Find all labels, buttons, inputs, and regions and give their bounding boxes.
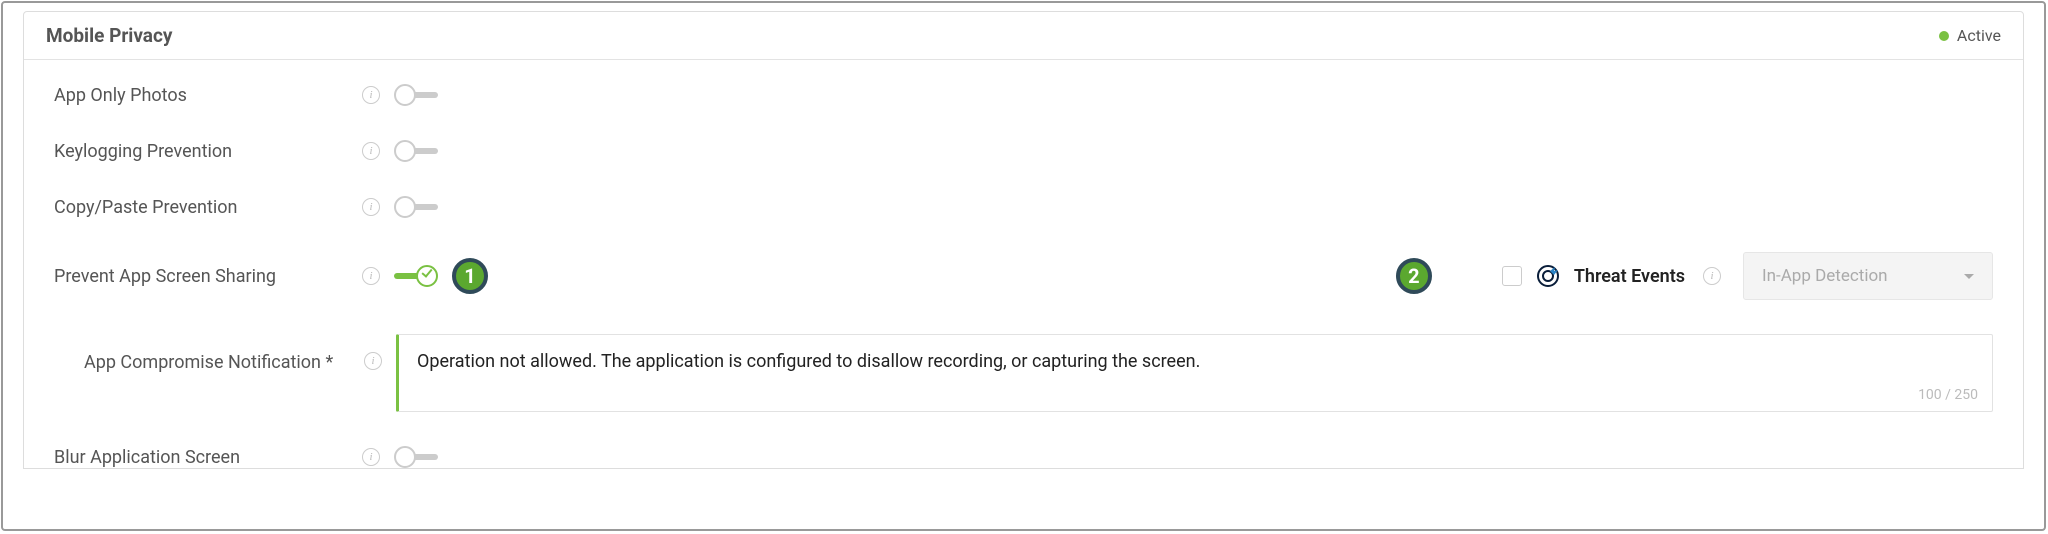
toggle-copypaste[interactable] [394, 196, 438, 218]
mobile-privacy-panel: Mobile Privacy Active App Only Photos i … [23, 11, 2024, 469]
info-icon[interactable]: i [362, 198, 380, 216]
info-icon[interactable]: i [362, 86, 380, 104]
status-label: Active [1957, 26, 2001, 45]
notification-text-input[interactable]: Operation not allowed. The application i… [396, 334, 1993, 412]
row-keylogging: Keylogging Prevention i [54, 140, 1993, 162]
label-prevent-screen-sharing: Prevent App Screen Sharing [54, 266, 362, 287]
window-frame: Mobile Privacy Active App Only Photos i … [1, 1, 2046, 531]
row-app-only-photos: App Only Photos i [54, 84, 1993, 106]
toggle-blur-screen[interactable] [394, 446, 438, 468]
annotation-callout-2: 2 [1396, 258, 1432, 294]
threat-events-label: Threat Events [1574, 266, 1685, 287]
info-icon[interactable]: i [362, 448, 380, 466]
toggle-prevent-screen-sharing[interactable] [394, 265, 438, 287]
panel-header: Mobile Privacy Active [24, 12, 2023, 60]
notification-text-value: Operation not allowed. The application i… [417, 351, 1200, 372]
label-keylogging: Keylogging Prevention [54, 141, 362, 162]
chevron-down-icon [1964, 274, 1974, 279]
threat-events-checkbox[interactable] [1502, 266, 1522, 286]
row-copypaste: Copy/Paste Prevention i [54, 196, 1993, 218]
status-badge: Active [1939, 26, 2001, 45]
status-dot-icon [1939, 31, 1949, 41]
info-icon[interactable]: i [362, 142, 380, 160]
info-icon[interactable]: i [362, 267, 380, 285]
row-blur-screen: Blur Application Screen i [54, 446, 1993, 468]
toggle-app-only-photos[interactable] [394, 84, 438, 106]
row-prevent-screen-sharing: Prevent App Screen Sharing i 1 2 Threat … [54, 252, 1993, 300]
label-app-only-photos: App Only Photos [54, 85, 362, 106]
row-app-compromise-notification: App Compromise Notification * i Operatio… [54, 334, 1993, 412]
settings-list: App Only Photos i Keylogging Prevention … [24, 60, 2023, 468]
target-icon [1536, 264, 1560, 288]
panel-title: Mobile Privacy [46, 24, 172, 47]
dropdown-value: In-App Detection [1762, 266, 1888, 286]
label-app-compromise-notification: App Compromise Notification * [54, 352, 364, 373]
threat-events-dropdown[interactable]: In-App Detection [1743, 252, 1993, 300]
toggle-keylogging[interactable] [394, 140, 438, 162]
label-copypaste: Copy/Paste Prevention [54, 197, 362, 218]
info-icon[interactable]: i [364, 352, 382, 370]
char-counter: 100 / 250 [1918, 387, 1978, 403]
annotation-callout-1: 1 [452, 258, 488, 294]
threat-events-group: Threat Events i In-App Detection [1502, 252, 1993, 300]
info-icon[interactable]: i [1703, 267, 1721, 285]
label-blur-screen: Blur Application Screen [54, 447, 362, 468]
